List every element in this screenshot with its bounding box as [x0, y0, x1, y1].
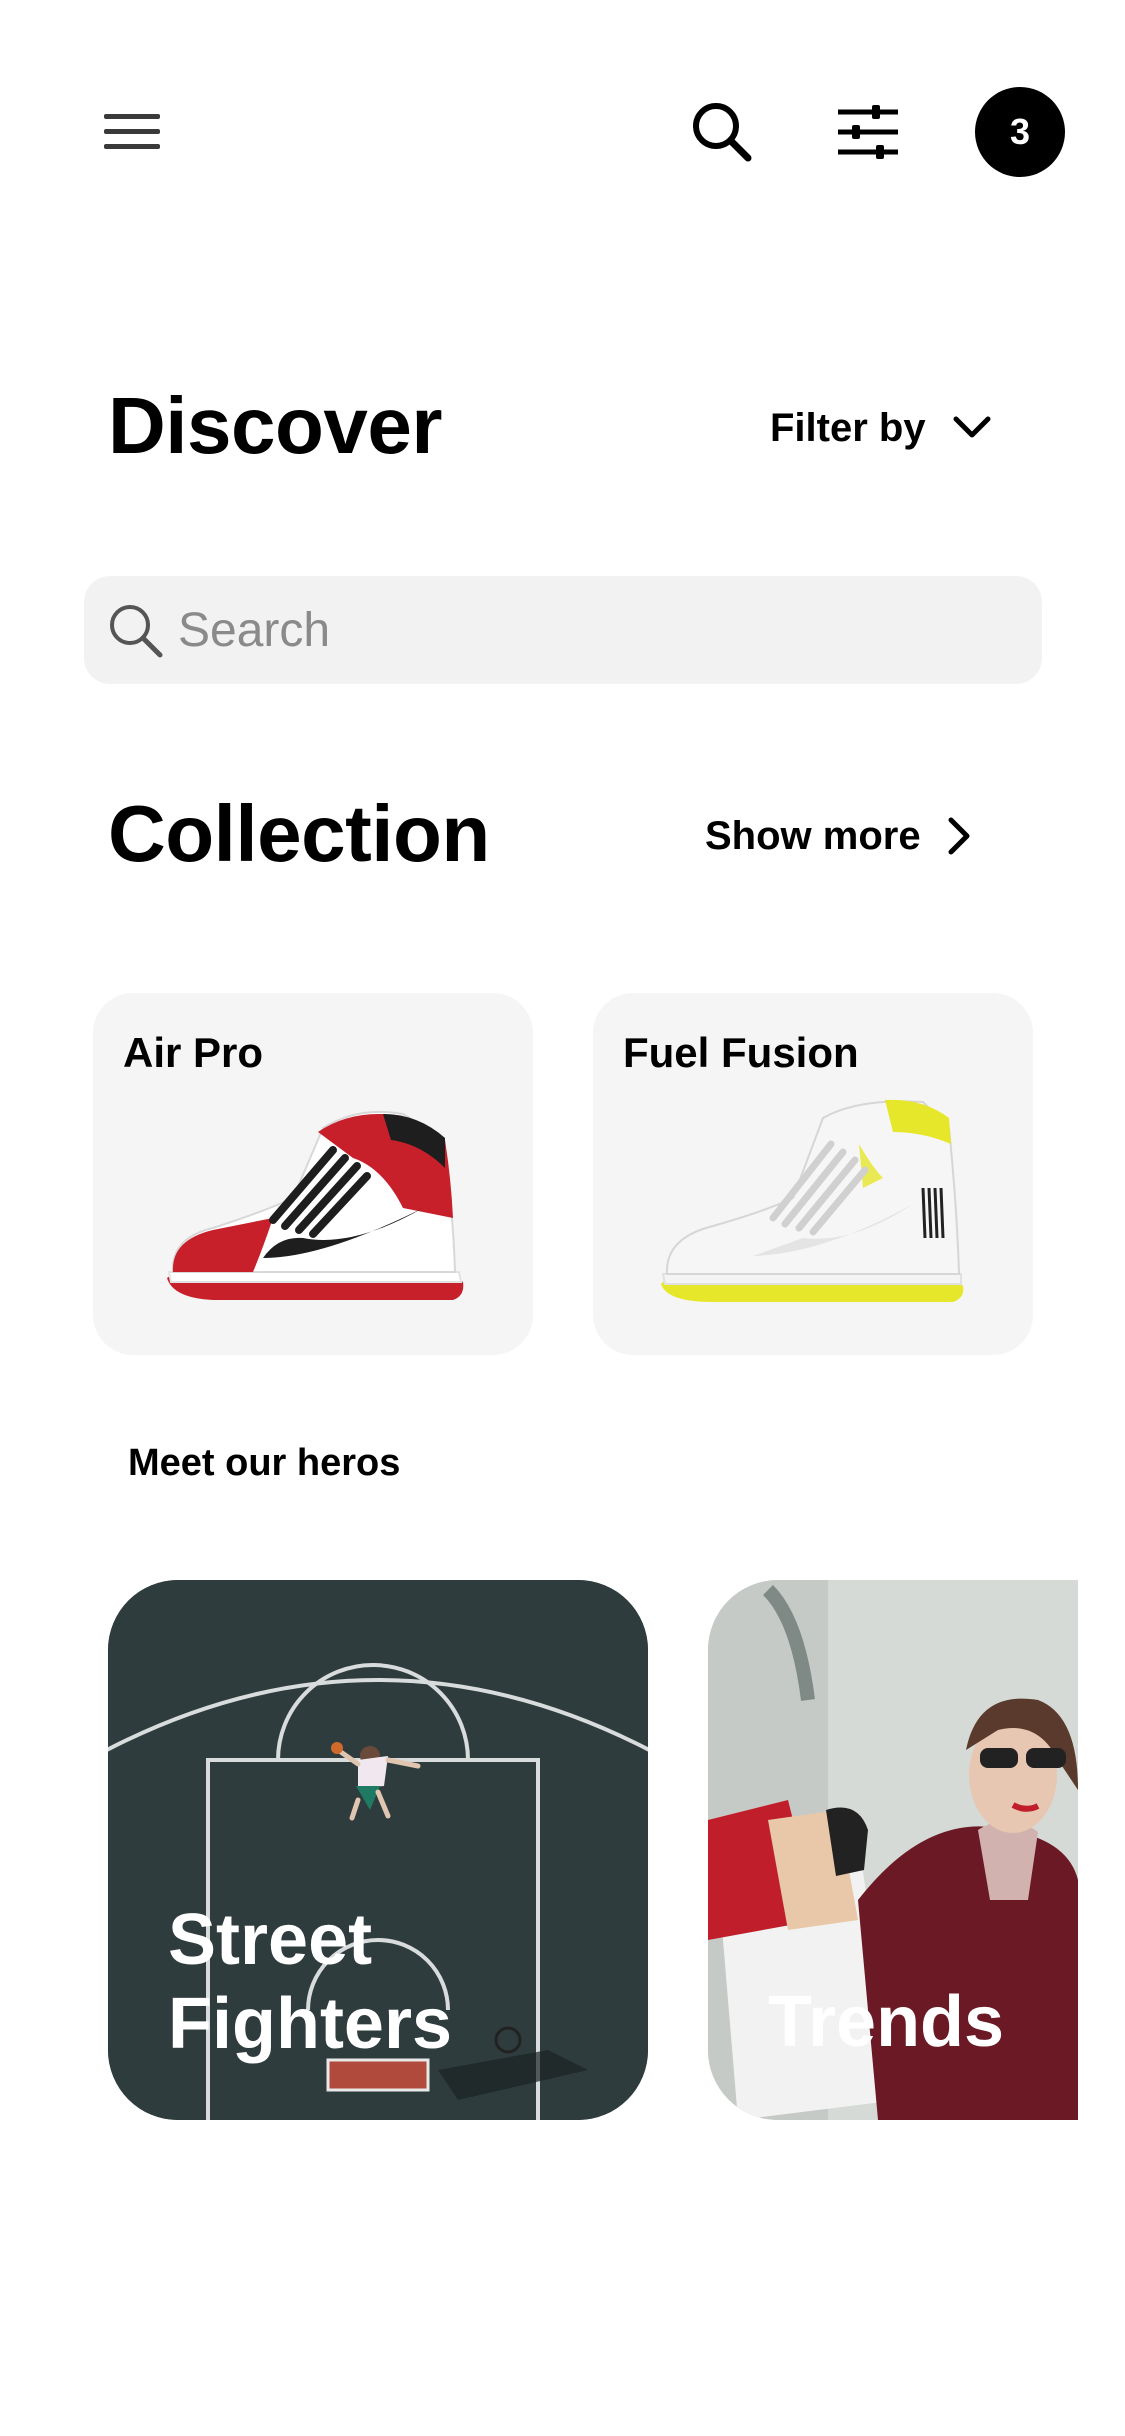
hamburger-menu-icon[interactable]	[100, 110, 164, 154]
search-icon[interactable]	[690, 100, 754, 164]
chevron-down-icon	[953, 416, 991, 438]
product-name: Air Pro	[123, 1029, 264, 1076]
sliders-icon[interactable]	[836, 102, 900, 162]
discover-screen: 3 Discover Filter by Collection Show mor…	[0, 0, 1125, 2436]
page-title: Discover	[108, 381, 442, 470]
hero-title: Trends	[768, 1982, 1005, 2062]
heroes-section-label: Meet our heros	[128, 1442, 401, 1484]
show-more-link[interactable]: Show more	[705, 808, 971, 864]
cart-count: 3	[1009, 111, 1031, 152]
search-field-icon	[110, 605, 163, 658]
product-name: Fuel Fusion	[623, 1029, 859, 1076]
cart-count-badge[interactable]: 3	[975, 87, 1065, 177]
filter-by-label: Filter by	[770, 405, 926, 450]
search-field[interactable]	[84, 576, 1042, 684]
filter-by-dropdown[interactable]: Filter by	[770, 400, 992, 456]
chevron-right-icon	[948, 817, 970, 855]
hero-title-line-2: Fighters	[168, 1984, 453, 2064]
sneaker-red-image	[167, 1110, 464, 1300]
show-more-label: Show more	[705, 813, 921, 858]
sneaker-white-yellow-image	[661, 1099, 964, 1302]
collection-title: Collection	[108, 789, 490, 878]
search-input[interactable]	[178, 602, 998, 658]
hero-card-trends[interactable]: Trends	[708, 1580, 1078, 2120]
hero-card-street-fighters[interactable]: Street Fighters	[108, 1580, 648, 2120]
product-card-air-pro[interactable]: Air Pro	[93, 993, 533, 1355]
hero-title: Street Fighters	[168, 1898, 452, 2066]
product-card-fuel-fusion[interactable]: Fuel Fusion	[593, 993, 1033, 1355]
hero-title-line-1: Street	[168, 1900, 373, 1980]
